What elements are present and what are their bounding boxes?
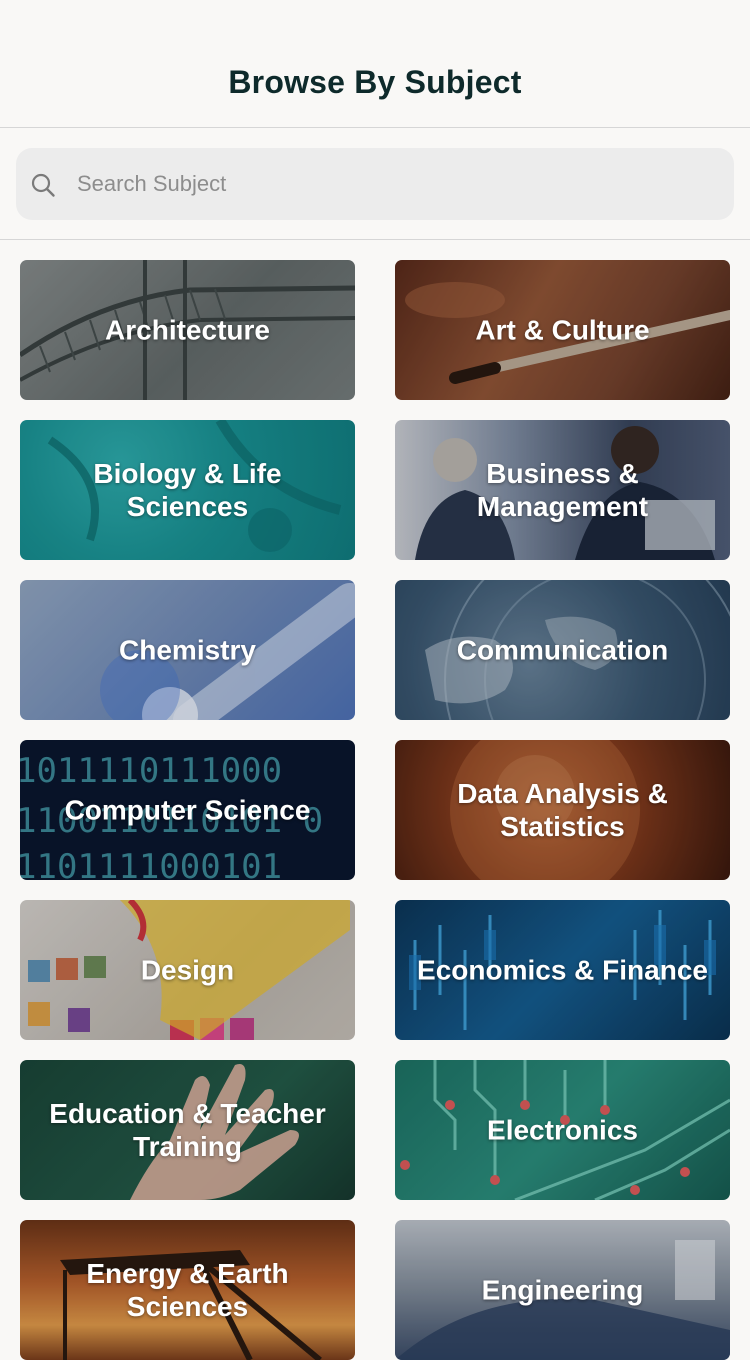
subject-tile-art-culture[interactable]: Art & Culture <box>395 260 730 400</box>
top-header: Browse By Subject <box>0 0 750 128</box>
subject-tile-communication[interactable]: Communication <box>395 580 730 720</box>
subject-tile-computer-science[interactable]: 1011110111000 1100110110101 0 1101111000… <box>20 740 355 880</box>
subject-tile-education[interactable]: Education & Teacher Training <box>20 1060 355 1200</box>
subject-label: Energy & Earth Sciences <box>86 1258 289 1322</box>
subject-tile-chemistry[interactable]: Chemistry <box>20 580 355 720</box>
subject-label: Economics & Finance <box>417 954 708 986</box>
subject-label: Business & Management <box>476 458 649 522</box>
subject-label: Chemistry <box>119 634 256 666</box>
subject-label: Biology & Life Sciences <box>93 458 282 522</box>
search-input[interactable] <box>77 148 717 220</box>
search-box[interactable] <box>16 148 734 220</box>
subject-label: Architecture <box>105 314 270 346</box>
subject-tile-business[interactable]: Business & Management <box>395 420 730 560</box>
subject-tile-energy[interactable]: Energy & Earth Sciences <box>20 1220 355 1360</box>
subject-tile-architecture[interactable]: Architecture <box>20 260 355 400</box>
subject-tile-economics[interactable]: Economics & Finance <box>395 900 730 1040</box>
subject-tile-engineering[interactable]: Engineering <box>395 1220 730 1360</box>
search-icon <box>31 173 55 197</box>
subject-tile-biology[interactable]: Biology & Life Sciences <box>20 420 355 560</box>
subject-label: Communication <box>456 634 669 666</box>
subject-tile-electronics[interactable]: Electronics <box>395 1060 730 1200</box>
subject-label: Art & Culture <box>475 314 650 346</box>
search-bar-section <box>0 129 750 240</box>
subject-label: Data Analysis & Statistics <box>457 778 668 842</box>
subject-label: Electronics <box>487 1114 638 1146</box>
page-title: Browse By Subject <box>228 64 522 100</box>
subject-label: Design <box>140 954 235 986</box>
subject-tile-data-analysis[interactable]: Data Analysis & Statistics <box>395 740 730 880</box>
subject-tile-design[interactable]: Design <box>20 900 355 1040</box>
subject-label: Education & Teacher Training <box>49 1098 326 1162</box>
subject-label: Computer Science <box>64 794 311 826</box>
subject-label: Engineering <box>481 1274 644 1306</box>
